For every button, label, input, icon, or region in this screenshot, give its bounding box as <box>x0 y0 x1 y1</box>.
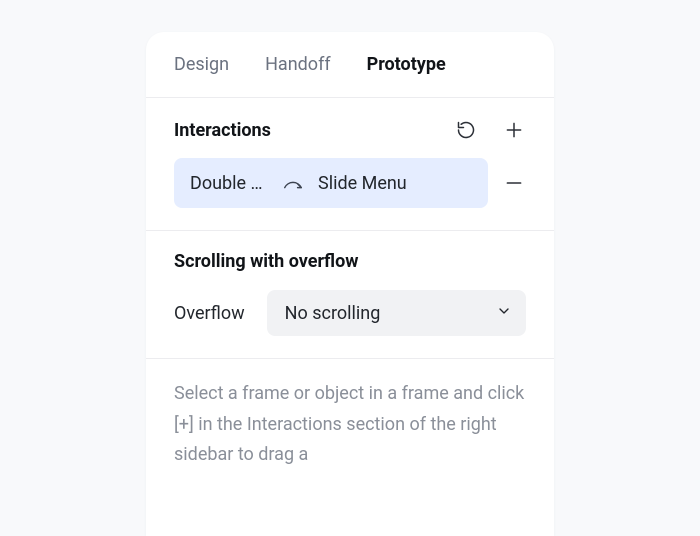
overflow-select-value: No scrolling <box>285 303 381 324</box>
panel-tabs: Design Handoff Prototype <box>146 32 554 98</box>
reset-icon[interactable] <box>454 118 478 142</box>
scrolling-section: Scrolling with overflow Overflow No scro… <box>146 231 554 359</box>
scrolling-title: Scrolling with overflow <box>174 251 526 272</box>
interaction-chip[interactable]: Double click Slide Menu <box>174 158 488 208</box>
overflow-row: Overflow No scrolling <box>174 290 526 336</box>
interactions-header: Interactions <box>174 118 526 142</box>
tab-prototype[interactable]: Prototype <box>367 54 446 75</box>
interaction-trigger: Double click <box>190 173 268 194</box>
tab-design[interactable]: Design <box>174 54 229 75</box>
prototype-panel: Design Handoff Prototype Interactions <box>146 32 554 536</box>
interaction-row: Double click Slide Menu <box>174 158 526 208</box>
overflow-select[interactable]: No scrolling <box>267 290 526 336</box>
interactions-section: Interactions Double click <box>146 98 554 231</box>
add-interaction-icon[interactable] <box>502 118 526 142</box>
overflow-label: Overflow <box>174 303 245 324</box>
interactions-actions <box>454 118 526 142</box>
helper-text: Select a frame or object in a frame and … <box>146 359 554 471</box>
interactions-title: Interactions <box>174 120 271 141</box>
remove-interaction-icon[interactable] <box>502 171 526 195</box>
chevron-down-icon <box>496 303 512 324</box>
navigate-arrow-icon <box>282 176 304 190</box>
interaction-target: Slide Menu <box>318 173 407 194</box>
tab-handoff[interactable]: Handoff <box>265 54 331 75</box>
